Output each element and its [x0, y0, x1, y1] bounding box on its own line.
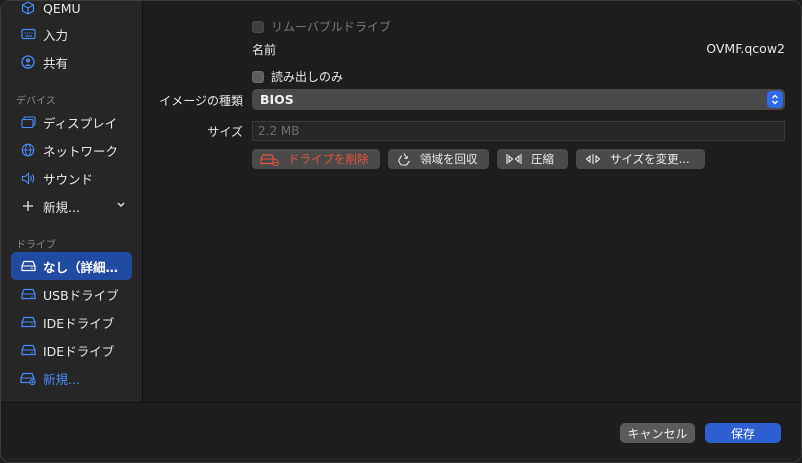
drives-section-heading: ドライブ — [16, 240, 56, 251]
chevron-down-icon[interactable] — [116, 198, 126, 215]
sidebar-item-sharing[interactable]: 共有 — [11, 48, 132, 76]
devices-section-heading: デバイス — [16, 96, 56, 107]
sidebar-item-drive-none[interactable]: なし（詳細… — [11, 252, 132, 280]
sidebar-item-new-device[interactable]: 新規... — [11, 192, 132, 220]
size-label: サイズ — [207, 125, 243, 139]
drive-delete-icon — [260, 153, 280, 166]
settings-window: QEMU 入力 共有 デバイス ディスプレイ ネットワーク サウンド 新規...… — [0, 0, 802, 463]
cube-icon — [17, 1, 39, 15]
sidebar-item-input[interactable]: 入力 — [11, 20, 132, 48]
sidebar-item-label: IDEドライブ — [43, 343, 115, 359]
drive-icon — [17, 316, 39, 328]
sidebar-item-sound[interactable]: サウンド — [11, 164, 132, 192]
removable-drive-checkbox[interactable]: リムーバブルドライブ — [252, 18, 391, 35]
checkbox-box — [252, 20, 264, 33]
sidebar-item-label: ディスプレイ — [43, 115, 118, 131]
up-down-chevron-icon — [767, 91, 783, 108]
drive-icon — [17, 288, 39, 300]
removable-drive-label: リムーバブルドライブ — [271, 20, 391, 34]
person-circle-icon — [17, 55, 39, 69]
image-type-value: BIOS — [260, 92, 294, 107]
drive-icon — [17, 344, 39, 356]
name-label: 名前 — [252, 43, 277, 57]
sidebar-item-label: ネットワーク — [43, 143, 119, 159]
resize-label: サイズを変更... — [610, 152, 690, 166]
sidebar-item-ide-drive-1[interactable]: IDEドライブ — [11, 308, 132, 336]
image-type-label: イメージの種類 — [159, 94, 243, 108]
readonly-label: 読み出しのみ — [271, 70, 344, 84]
keyboard-icon — [17, 28, 39, 40]
resize-icon — [584, 153, 602, 165]
globe-icon — [17, 143, 39, 157]
size-field: 2.2 MB — [252, 121, 785, 141]
sidebar-item-label: サウンド — [43, 171, 94, 187]
readonly-checkbox[interactable]: 読み出しのみ — [252, 68, 343, 85]
size-value: 2.2 MB — [258, 124, 300, 138]
sidebar-item-network[interactable]: ネットワーク — [11, 136, 132, 164]
sidebar-item-qemu[interactable]: QEMU — [11, 0, 132, 22]
delete-drive-button[interactable]: ドライブを削除 — [252, 149, 380, 169]
name-value: OVMF.qcow2 — [706, 41, 785, 56]
sidebar: QEMU 入力 共有 デバイス ディスプレイ ネットワーク サウンド 新規...… — [1, 1, 143, 402]
plus-icon — [17, 200, 39, 212]
cancel-button[interactable]: キャンセル — [620, 423, 695, 443]
footer-divider — [1, 402, 801, 403]
sidebar-item-label: USBドライブ — [43, 287, 119, 303]
save-button[interactable]: 保存 — [705, 423, 781, 443]
sidebar-item-label: なし（詳細… — [43, 259, 119, 275]
sidebar-item-label: 入力 — [43, 27, 69, 43]
drive-icon — [17, 260, 39, 272]
drive-plus-icon — [17, 372, 39, 385]
delete-drive-label: ドライブを削除 — [288, 152, 369, 166]
compress-label: 圧縮 — [531, 152, 554, 166]
image-type-select[interactable]: BIOS — [252, 89, 785, 110]
sidebar-item-label: 新規... — [43, 199, 80, 215]
compress-icon — [505, 153, 523, 165]
recycle-icon — [396, 152, 412, 166]
compress-button[interactable]: 圧縮 — [497, 149, 568, 169]
sidebar-item-label: 新規... — [43, 371, 80, 387]
resize-button[interactable]: サイズを変更... — [576, 149, 705, 169]
sidebar-item-label: QEMU — [43, 0, 81, 16]
sidebar-item-label: 共有 — [43, 55, 69, 71]
sidebar-item-usb-drive[interactable]: USBドライブ — [11, 280, 132, 308]
reclaim-space-button[interactable]: 領域を回収 — [388, 149, 489, 169]
sidebar-item-display[interactable]: ディスプレイ — [11, 108, 132, 136]
sidebar-item-new-drive[interactable]: 新規... — [11, 364, 132, 392]
reclaim-space-label: 領域を回収 — [420, 152, 478, 166]
checkbox-box — [252, 70, 264, 83]
sidebar-item-ide-drive-2[interactable]: IDEドライブ — [11, 336, 132, 364]
sidebar-item-label: IDEドライブ — [43, 315, 115, 331]
speaker-icon — [17, 171, 39, 185]
display-icon — [17, 115, 39, 129]
